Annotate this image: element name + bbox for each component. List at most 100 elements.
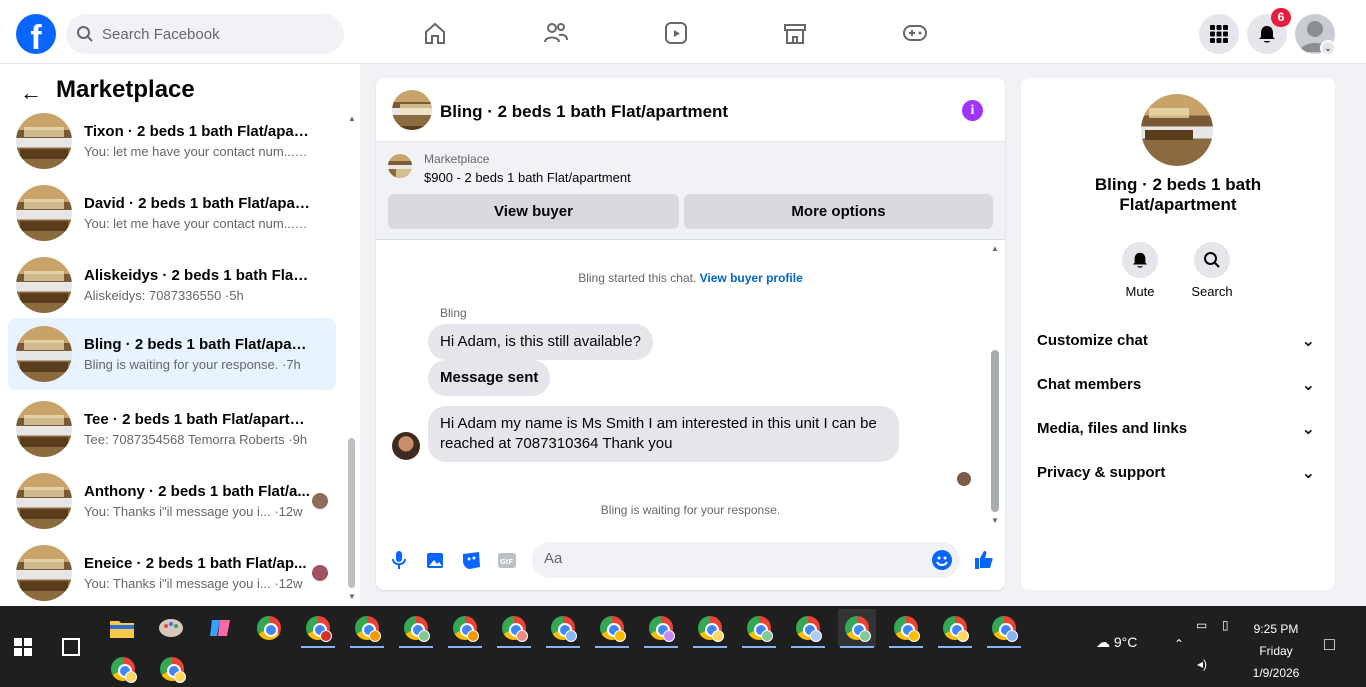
- chrome-profile-icon[interactable]: [740, 609, 778, 648]
- chrome-profile-icon[interactable]: [985, 609, 1023, 648]
- notification-center-icon[interactable]: □: [1324, 634, 1335, 655]
- facebook-logo[interactable]: f: [16, 14, 56, 54]
- chevron-up-icon[interactable]: ⌃: [1174, 637, 1184, 651]
- chrome-profile-icon[interactable]: [153, 650, 191, 687]
- chrome-profile-icon[interactable]: [691, 609, 729, 648]
- gif-icon[interactable]: GIF: [496, 549, 518, 571]
- search-icon: [1194, 242, 1230, 278]
- listing-thumbnail: [16, 326, 72, 382]
- listing-profile-image[interactable]: [1141, 94, 1213, 166]
- friends-icon[interactable]: [543, 20, 569, 46]
- sticker-icon[interactable]: [460, 549, 482, 571]
- chat-start-notice: Bling started this chat. View buyer prof…: [376, 271, 1005, 285]
- date: 1/9/2026: [1252, 666, 1300, 680]
- chrome-profile-icon[interactable]: [593, 609, 631, 648]
- scroll-up-arrow-icon[interactable]: ▲: [991, 244, 999, 253]
- chrome-profile-icon[interactable]: [838, 609, 876, 648]
- chevron-down-icon: ⌄: [1301, 377, 1315, 394]
- paint-icon[interactable]: [152, 609, 190, 647]
- page-scrollbar[interactable]: [1352, 64, 1366, 606]
- clock[interactable]: 9:25 PM Friday 1/9/2026: [1236, 618, 1316, 684]
- microphone-icon[interactable]: [388, 549, 410, 571]
- weather-icon: ☁: [1096, 634, 1110, 650]
- privacy-support-section[interactable]: Privacy & support ⌄: [1037, 464, 1319, 488]
- marketplace-icon[interactable]: [782, 20, 808, 46]
- chevron-down-icon: ⌄: [1301, 333, 1315, 350]
- conversation-item-aliskeidys[interactable]: Aliskeidys · 2 beds 1 bath Flat/ap... Ali…: [8, 250, 336, 320]
- sidebar-scrollbar[interactable]: [348, 438, 355, 588]
- waiting-notice: Bling is waiting for your response.: [600, 503, 781, 517]
- sender-avatar: [392, 432, 420, 460]
- view-buyer-button[interactable]: View buyer: [388, 194, 679, 229]
- chrome-profile-icon[interactable]: [936, 609, 974, 648]
- thumbs-up-icon[interactable]: [972, 549, 994, 571]
- chat-title[interactable]: Bling · 2 beds 1 bath Flat/apartment: [440, 102, 728, 122]
- task-view-icon[interactable]: [62, 638, 80, 656]
- chrome-icon[interactable]: [250, 609, 288, 647]
- chat-window: Bling · 2 beds 1 bath Flat/apartment i M…: [376, 78, 1005, 590]
- conversation-item-david[interactable]: David · 2 beds 1 bath Flat/apart... You: …: [8, 178, 336, 248]
- chat-scrollbar[interactable]: [991, 350, 999, 512]
- conversation-item-bling[interactable]: Bling · 2 beds 1 bath Flat/apart... Bling…: [8, 318, 336, 390]
- file-explorer-icon[interactable]: [103, 609, 141, 647]
- more-options-button[interactable]: More options: [684, 194, 993, 229]
- conversation-preview: You: let me have your contact num... ·7m: [84, 216, 310, 231]
- chat-listing-thumbnail[interactable]: [392, 90, 432, 130]
- gaming-icon[interactable]: [902, 20, 928, 46]
- listing-thumbnail: [16, 473, 72, 529]
- media-files-links-section[interactable]: Media, files and links ⌄: [1037, 420, 1319, 444]
- chrome-profile-icon[interactable]: [887, 609, 925, 648]
- conversation-preview: Aliskeidys: 7087336550 ·5h: [84, 288, 244, 303]
- message-bubble: Hi Adam, is this still available?: [428, 324, 653, 360]
- customize-chat-section[interactable]: Customize chat ⌄: [1037, 332, 1319, 356]
- message-input[interactable]: Aa: [532, 542, 960, 578]
- copilot-icon[interactable]: [201, 609, 239, 647]
- listing-thumbnail: [16, 185, 72, 241]
- scroll-up-arrow-icon[interactable]: ▲: [348, 114, 356, 123]
- conversation-name: Bling · 2 beds 1 bath Flat/apart...: [84, 336, 310, 353]
- chrome-profile-icon[interactable]: [397, 609, 435, 648]
- scroll-down-arrow-icon[interactable]: ▼: [348, 592, 356, 601]
- phone-link-icon[interactable]: ▯: [1222, 618, 1229, 632]
- chrome-profile-icon[interactable]: [495, 609, 533, 648]
- chrome-profile-icon[interactable]: [299, 609, 337, 648]
- chrome-profile-icon[interactable]: [789, 609, 827, 648]
- view-buyer-profile-link[interactable]: View buyer profile: [700, 271, 803, 285]
- chat-members-section[interactable]: Chat members ⌄: [1037, 376, 1319, 400]
- volume-icon[interactable]: ◂): [1197, 657, 1207, 671]
- chevron-down-icon: ⌄: [1301, 421, 1315, 438]
- info-icon[interactable]: i: [962, 100, 983, 121]
- conversation-item-tee[interactable]: Tee · 2 beds 1 bath Flat/apartment Tee: 7…: [8, 394, 336, 464]
- network-icon[interactable]: ▭: [1196, 618, 1207, 632]
- search-action[interactable]: Search: [1184, 242, 1240, 299]
- windows-taskbar: ☁ 9°C ⌃ ▭ ▯ ◂) 9:25 PM Friday 1/9/2026 □: [0, 606, 1366, 687]
- search-box[interactable]: Search Facebook: [66, 14, 344, 54]
- conversation-item-eneice[interactable]: Eneice · 2 beds 1 bath Flat/ap... You: Th…: [8, 538, 336, 608]
- weather-widget[interactable]: ☁ 9°C: [1096, 634, 1137, 651]
- chevron-down-icon[interactable]: ⌄: [1320, 40, 1336, 56]
- seen-avatar: [312, 493, 328, 509]
- mute-action[interactable]: Mute: [1112, 242, 1168, 299]
- windows-start-icon[interactable]: [14, 638, 32, 656]
- listing-title[interactable]: $900 - 2 beds 1 bath Flat/apartment: [424, 170, 631, 185]
- photo-icon[interactable]: [424, 549, 446, 571]
- menu-grid-icon[interactable]: [1199, 14, 1239, 54]
- chrome-profile-icon[interactable]: [446, 609, 484, 648]
- chrome-profile-icon[interactable]: [544, 609, 582, 648]
- back-arrow-icon[interactable]: ←: [20, 80, 42, 106]
- watch-icon[interactable]: [663, 20, 689, 46]
- emoji-icon[interactable]: [932, 550, 952, 570]
- conversation-preview: Bling is waiting for your response. ·7h: [84, 357, 301, 372]
- chat-info-panel: Bling · 2 beds 1 bath Flat/apartment Mut…: [1021, 78, 1335, 590]
- scroll-down-arrow-icon[interactable]: ▼: [991, 516, 999, 525]
- home-icon[interactable]: [422, 20, 448, 46]
- chrome-profile-icon[interactable]: [642, 609, 680, 648]
- chrome-profile-icon[interactable]: [104, 650, 142, 687]
- conversation-item-tixon[interactable]: Tixon · 2 beds 1 bath Flat/apart... You: …: [8, 106, 336, 176]
- search-placeholder: Search Facebook: [102, 25, 220, 43]
- time: 9:25 PM: [1253, 622, 1299, 636]
- seen-avatar: [312, 565, 328, 581]
- chrome-profile-icon[interactable]: [348, 609, 386, 648]
- marketplace-listing-card: Marketplace $900 - 2 beds 1 bath Flat/ap…: [376, 142, 1005, 240]
- conversation-item-anthony[interactable]: Anthony · 2 beds 1 bath Flat/a... You: Th…: [8, 466, 336, 536]
